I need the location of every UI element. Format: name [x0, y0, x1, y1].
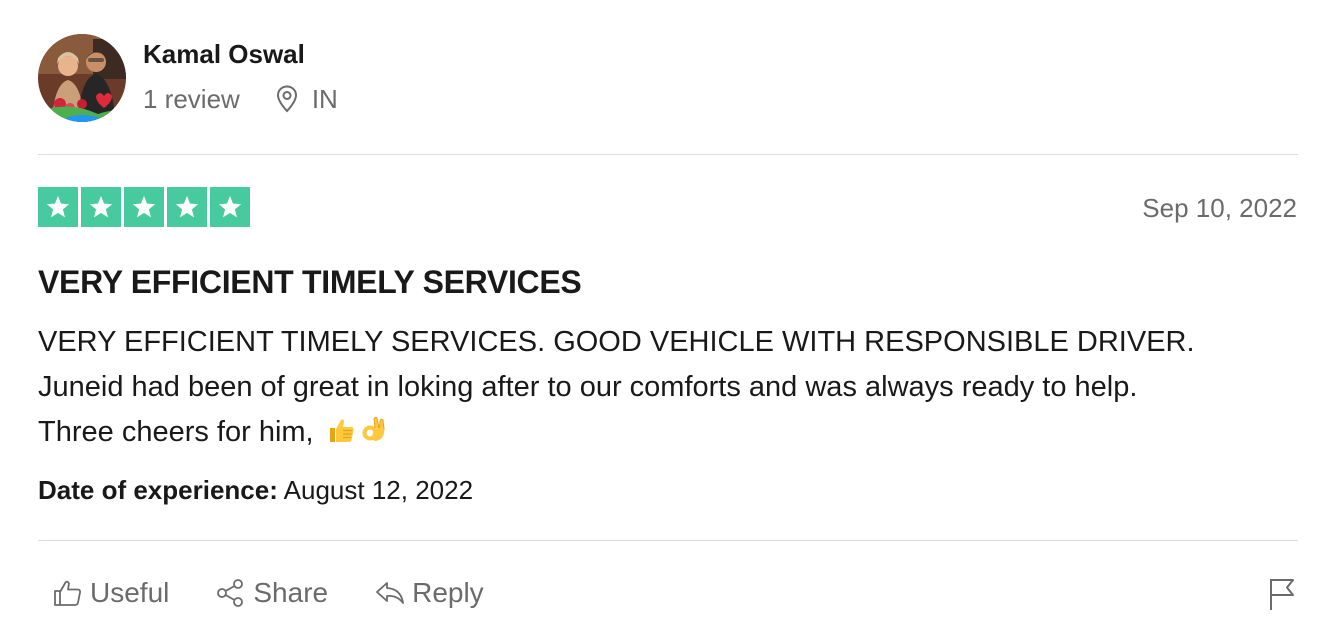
ok-hand-emoji [360, 415, 388, 445]
star-icon [81, 187, 121, 227]
experience-label: Date of experience: [38, 475, 278, 505]
reply-button[interactable]: Reply [374, 576, 484, 610]
review-count: 1 review [143, 84, 240, 114]
country-code: IN [311, 84, 338, 114]
divider [38, 154, 1298, 155]
reviewer-info: Kamal Oswal 1 review IN [143, 34, 338, 114]
star-rating [38, 187, 250, 227]
reply-icon [374, 577, 406, 609]
reviewer-location: IN [276, 84, 338, 114]
useful-label: Useful [90, 577, 170, 608]
thumbs-up-icon [52, 577, 84, 609]
star-icon [38, 187, 78, 227]
useful-button[interactable]: Useful [52, 576, 169, 610]
reviewer-meta: 1 review IN [143, 84, 338, 114]
reviewer-header: Kamal Oswal 1 review IN [38, 34, 338, 122]
share-icon [215, 577, 247, 609]
share-button[interactable]: Share [215, 576, 328, 610]
reviewer-name[interactable]: Kamal Oswal [143, 38, 338, 70]
star-icon [210, 187, 250, 227]
date-of-experience: Date of experience: August 12, 2022 [38, 474, 473, 506]
star-icon [167, 187, 207, 227]
experience-date: August 12, 2022 [277, 475, 474, 505]
review-actions: Useful Share Reply [52, 576, 530, 610]
review-card: Kamal Oswal 1 review IN Sep 10, 2022 VER… [0, 0, 1336, 632]
review-date: Sep 10, 2022 [1142, 193, 1297, 223]
avatar[interactable] [38, 34, 126, 122]
share-label: Share [253, 577, 329, 608]
report-flag-button[interactable] [1268, 577, 1296, 616]
review-body-line: Juneid had been of great in loking after… [38, 371, 1138, 403]
review-title[interactable]: VERY EFFICIENT TIMELY SERVICES [38, 262, 582, 302]
divider [38, 540, 1298, 541]
location-pin-icon [276, 85, 298, 113]
review-body-line: VERY EFFICIENT TIMELY SERVICES. GOOD VEH… [38, 326, 1195, 358]
star-icon [124, 187, 164, 227]
review-body-line-last: Three cheers for him, [38, 410, 1308, 455]
flag-icon [1268, 577, 1296, 616]
review-body: VERY EFFICIENT TIMELY SERVICES. GOOD VEH… [38, 320, 1308, 455]
reply-label: Reply [412, 577, 484, 608]
thumbs-up-emoji [326, 415, 356, 445]
review-body-line: Three cheers for him, [38, 416, 322, 448]
